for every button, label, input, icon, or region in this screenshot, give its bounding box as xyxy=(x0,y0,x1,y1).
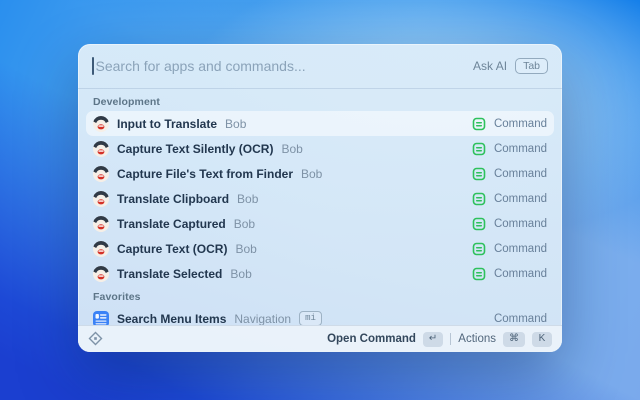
raycast-logo-icon xyxy=(88,331,104,347)
command-type-icon xyxy=(472,192,486,206)
list-item[interactable]: Capture Text Silently (OCR) Bob Command xyxy=(86,136,554,161)
bob-app-icon xyxy=(93,240,109,257)
command-type-icon xyxy=(472,267,486,281)
cmd-key-badge: ⌘ xyxy=(503,331,525,347)
item-type: Command xyxy=(493,142,547,155)
list-item[interactable]: Input to Translate Bob Command xyxy=(86,111,554,136)
item-subtitle: Navigation xyxy=(234,311,292,326)
search-bar: Ask AI Tab xyxy=(78,44,562,89)
item-type: Command xyxy=(493,267,547,280)
item-title: Capture File's Text from Finder xyxy=(117,166,293,181)
item-subtitle: Bob xyxy=(235,241,257,256)
item-subtitle: Bob xyxy=(233,216,256,231)
command-type-icon xyxy=(472,167,486,181)
list-item[interactable]: Capture File's Text from Finder Bob Comm… xyxy=(86,161,554,186)
bob-app-icon xyxy=(93,190,109,207)
search-input[interactable] xyxy=(95,58,466,74)
results-list: Development Input to Translate Bob Comma… xyxy=(78,89,562,325)
command-type-icon xyxy=(472,117,486,131)
ask-ai-label[interactable]: Ask AI xyxy=(473,59,507,73)
bob-app-icon xyxy=(93,265,109,282)
item-type: Command xyxy=(493,312,547,325)
section-header-favorites: Favorites xyxy=(93,291,141,303)
action-bar: Open Command ↵ Actions ⌘ K xyxy=(78,325,562,352)
item-subtitle: Bob xyxy=(230,266,252,281)
section-header-development: Development xyxy=(93,96,161,108)
item-type: Command xyxy=(493,192,547,205)
footer-divider xyxy=(450,333,452,345)
list-item[interactable]: Capture Text (OCR) Bob Command xyxy=(86,236,554,261)
desktop-background: Ask AI Tab Development Input to Translat… xyxy=(0,0,640,400)
item-subtitle: Bob xyxy=(225,116,247,131)
command-type-icon xyxy=(472,242,486,256)
list-item[interactable]: Translate Captured Bob Command xyxy=(86,211,554,236)
bob-app-icon xyxy=(93,115,109,132)
item-subtitle: Bob xyxy=(301,166,323,181)
item-type: Command xyxy=(493,167,547,180)
item-title: Translate Clipboard xyxy=(117,191,230,206)
footer-actions: Open Command ↵ Actions ⌘ K xyxy=(327,331,552,347)
item-title: Capture Text Silently (OCR) xyxy=(117,141,274,156)
enter-key-badge: ↵ xyxy=(422,331,444,347)
item-title: Capture Text (OCR) xyxy=(117,241,228,256)
bob-app-icon xyxy=(93,165,109,182)
item-title: Translate Captured xyxy=(117,216,226,231)
launcher-window: Ask AI Tab Development Input to Translat… xyxy=(78,44,562,352)
command-type-icon xyxy=(472,142,486,156)
menu-items-icon xyxy=(93,310,109,325)
bob-app-icon xyxy=(93,140,109,157)
k-key-badge: K xyxy=(532,331,552,347)
item-title: Input to Translate xyxy=(117,116,218,131)
item-type: Command xyxy=(493,217,547,230)
text-cursor xyxy=(92,57,94,75)
list-item[interactable]: Translate Selected Bob Command xyxy=(86,261,554,286)
bob-app-icon xyxy=(93,215,109,232)
command-type-icon xyxy=(472,217,486,231)
alias-badge: mi xyxy=(299,311,322,325)
item-title: Search Menu Items xyxy=(117,311,227,326)
primary-action-label[interactable]: Open Command xyxy=(327,333,416,345)
item-subtitle: Bob xyxy=(281,141,303,156)
list-item[interactable]: Translate Clipboard Bob Command xyxy=(86,186,554,211)
list-item[interactable]: Search Menu Items Navigation mi Command xyxy=(86,306,554,325)
item-title: Translate Selected xyxy=(117,266,223,281)
item-type: Command xyxy=(493,117,547,130)
item-subtitle: Bob xyxy=(237,191,259,206)
item-type: Command xyxy=(493,242,547,255)
actions-menu-label[interactable]: Actions xyxy=(458,333,496,345)
tab-key-badge: Tab xyxy=(515,57,548,75)
